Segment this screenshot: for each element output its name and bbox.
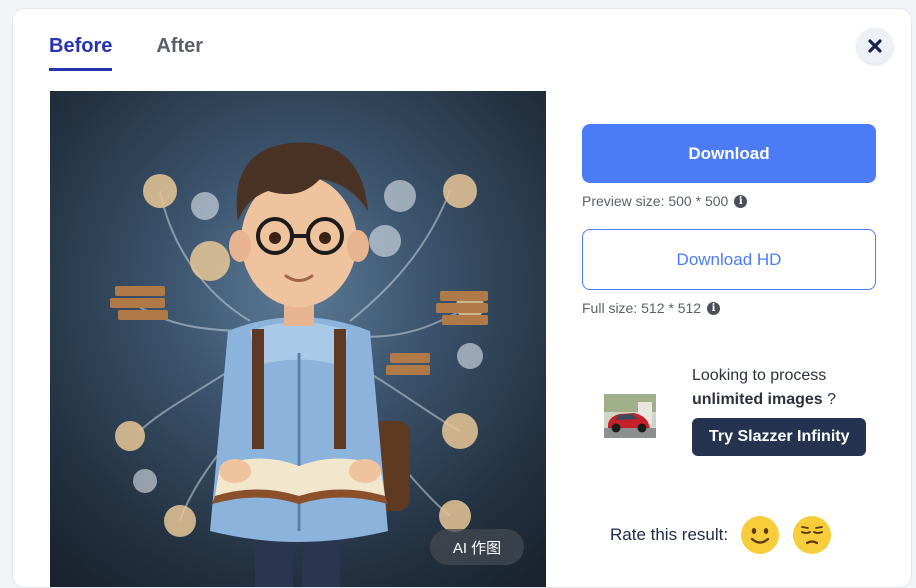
rating-label: Rate this result: — [610, 525, 729, 544]
promo-content: Looking to process unlimited images ? Tr… — [692, 364, 867, 456]
tab-before[interactable]: Before — [49, 35, 113, 71]
promo-block: Looking to process unlimited images ? Tr… — [582, 364, 876, 456]
disappointed-face-icon[interactable] — [792, 515, 832, 555]
promo-emphasis: unlimited images — [692, 391, 823, 408]
result-modal: Before After AI 作图 Download Preview size… — [12, 8, 912, 588]
ai-generated-badge: AI 作图 — [430, 529, 524, 565]
preview-size-row: Preview size: 500 * 500 i — [582, 193, 876, 209]
view-tabs: Before After — [49, 35, 203, 71]
promo-line-1: Looking to process — [692, 367, 827, 384]
tab-after[interactable]: After — [156, 35, 203, 71]
download-panel: Download Preview size: 500 * 500 i Downl… — [582, 124, 876, 456]
close-button[interactable] — [857, 28, 893, 64]
full-size-text: Full size: 512 * 512 — [582, 300, 702, 316]
download-hd-button[interactable]: Download HD — [582, 229, 876, 290]
promo-suffix: ? — [822, 391, 837, 408]
car-thumbnail-icon — [604, 394, 656, 438]
try-slazzer-infinity-button[interactable]: Try Slazzer Infinity — [692, 418, 867, 456]
info-icon[interactable]: i — [734, 194, 748, 208]
preview-size-text: Preview size: 500 * 500 — [582, 193, 729, 209]
image-preview: AI 作图 — [50, 91, 546, 587]
close-icon — [868, 39, 882, 53]
download-button[interactable]: Download — [582, 124, 876, 183]
info-icon[interactable]: i — [707, 301, 721, 315]
rating-row: Rate this result: — [610, 515, 844, 555]
full-size-row: Full size: 512 * 512 i — [582, 300, 876, 316]
happy-face-icon[interactable] — [740, 515, 780, 555]
promo-line-2: unlimited images ? — [692, 388, 866, 412]
preview-illustration — [110, 142, 488, 587]
